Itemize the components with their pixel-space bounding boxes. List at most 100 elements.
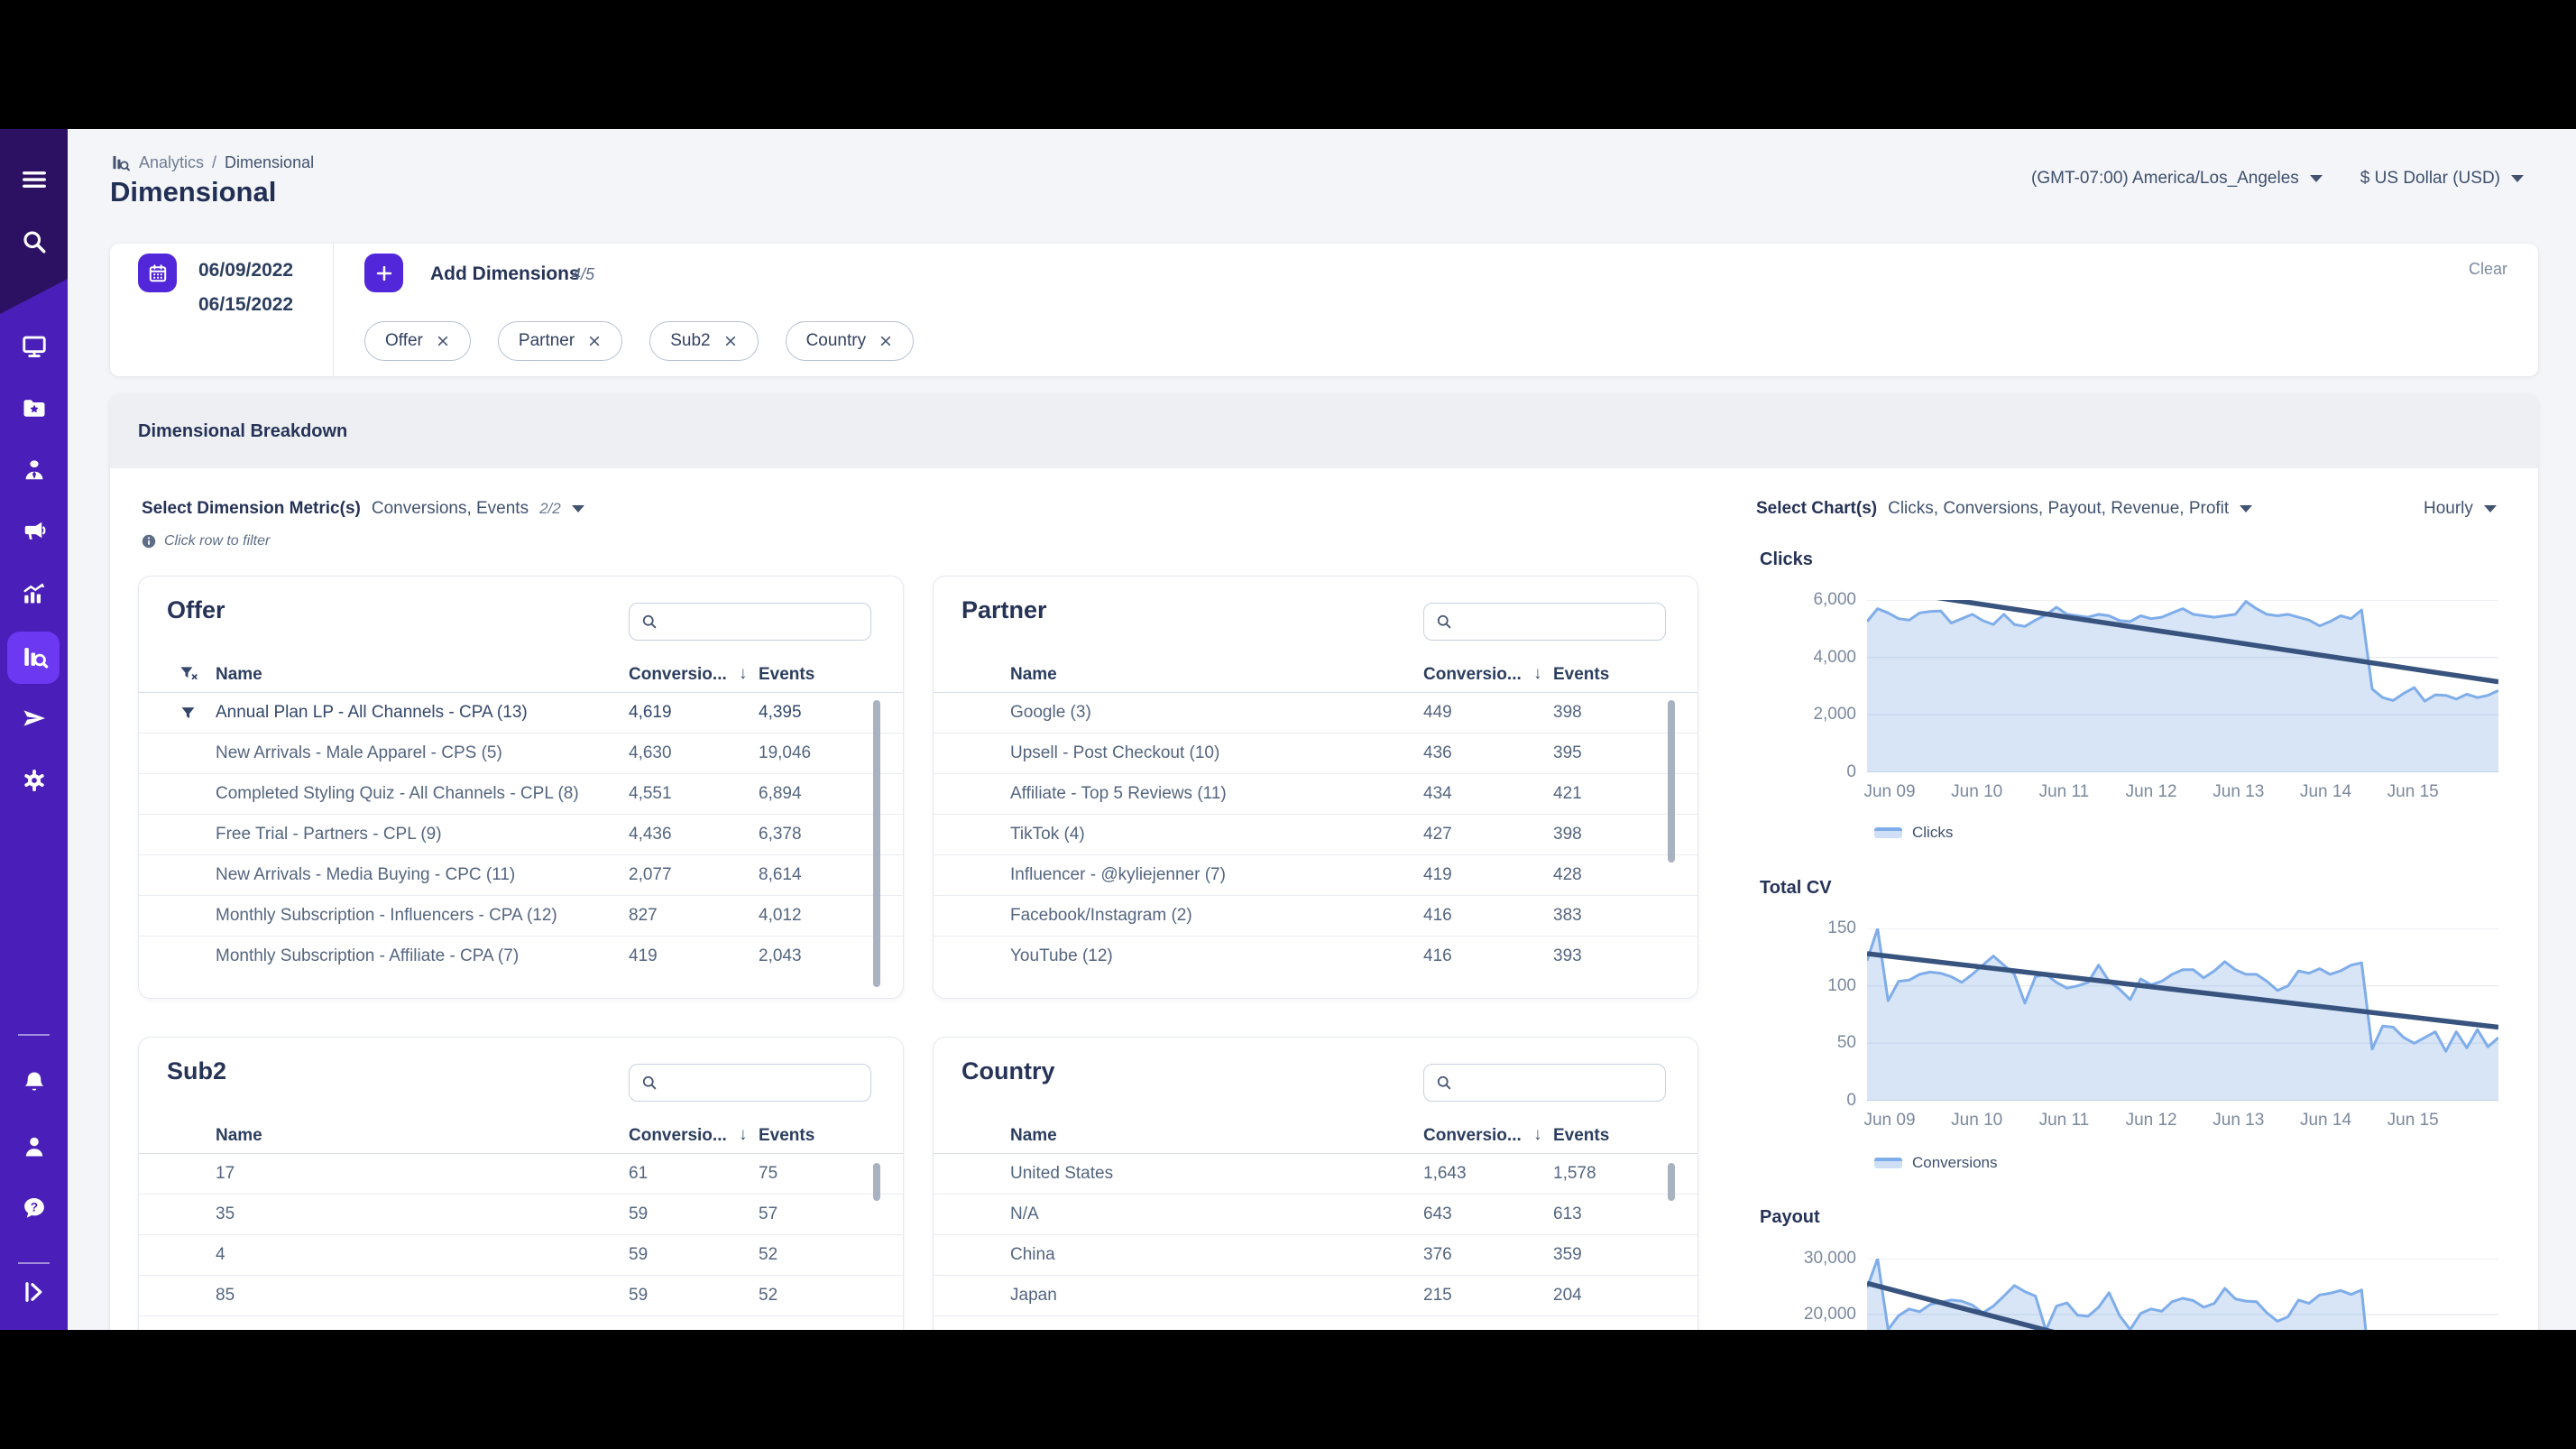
sort-desc-icon[interactable]: ↓ [1533, 664, 1542, 684]
partners-person-icon[interactable] [0, 457, 68, 484]
table-row[interactable]: Annual Plan LP - All Channels - CPA (13)… [139, 693, 903, 734]
table-row[interactable]: 855952 [139, 1276, 903, 1316]
search-input-wrapper [1423, 1064, 1666, 1102]
dimension-chip-sub2[interactable]: Sub2 [649, 321, 758, 361]
row-name: Facebook/Instagram (2) [1010, 906, 1192, 926]
table-row[interactable]: TikTok (4)427398 [934, 815, 1697, 855]
search-input[interactable] [1460, 606, 1657, 636]
row-events: 6,378 [759, 825, 802, 844]
column-header-events[interactable]: Events [759, 665, 814, 685]
column-header-conversions[interactable]: Conversio... [629, 1126, 727, 1146]
table-row[interactable]: YouTube (12)416393 [934, 937, 1697, 977]
sort-desc-icon[interactable]: ↓ [1533, 1125, 1542, 1145]
column-header-conversions[interactable]: Conversio... [629, 665, 727, 685]
table-scrollbar[interactable] [873, 1163, 880, 1201]
dimension-chip-country[interactable]: Country [786, 321, 915, 361]
table-row[interactable]: Monthly Subscription - Affiliate - CPA (… [139, 937, 903, 977]
table-row[interactable]: Facebook/Instagram (2)416383 [934, 896, 1697, 937]
performance-chart-icon[interactable] [0, 580, 68, 607]
date-range-section: 06/09/2022 06/15/2022 [110, 244, 334, 376]
dashboard-monitor-icon[interactable] [0, 333, 68, 360]
settings-gear-icon[interactable] [0, 767, 68, 794]
table-row[interactable]: Completed Styling Quiz - All Channels - … [139, 774, 903, 815]
table-row[interactable]: New Arrivals - Male Apparel - CPS (5)4,6… [139, 734, 903, 774]
date-range-end[interactable]: 06/15/2022 [198, 294, 293, 316]
table-row[interactable]: 45952 [139, 1235, 903, 1276]
row-events: 75 [759, 1164, 777, 1184]
row-events: 395 [1553, 743, 1582, 763]
expand-sidebar-icon[interactable] [0, 1278, 68, 1306]
analytics-bars-magnifier-icon [110, 152, 131, 173]
clear-button[interactable]: Clear [2469, 260, 2507, 279]
table-row[interactable]: Influencer - @kyliejenner (7)419428 [934, 855, 1697, 896]
chevron-down-icon [572, 505, 584, 512]
announcements-megaphone-icon[interactable] [0, 517, 68, 544]
chart-select[interactable]: Select Chart(s) Clicks, Conversions, Pay… [1756, 499, 2252, 519]
metric-select-count: 2/2 [539, 500, 561, 518]
y-axis-label: 50 [1730, 1033, 1856, 1053]
breadcrumb-section[interactable]: Analytics [139, 153, 204, 172]
search-icon[interactable] [0, 228, 68, 255]
row-name: YouTube (12) [1010, 946, 1113, 966]
profile-person-icon[interactable] [0, 1133, 68, 1160]
table-row[interactable]: New Arrivals - Media Buying - CPC (11)2,… [139, 855, 903, 896]
table-scrollbar[interactable] [1668, 700, 1675, 863]
menu-icon[interactable] [0, 166, 68, 193]
table-row[interactable]: N/A643613 [934, 1195, 1697, 1235]
table-row[interactable]: 355957 [139, 1195, 903, 1235]
table-row[interactable]: Google (3)449398 [934, 693, 1697, 734]
analytics-icon[interactable] [0, 642, 68, 671]
table-row[interactable]: United States1,6431,578 [934, 1154, 1697, 1195]
date-range-start[interactable]: 06/09/2022 [198, 260, 293, 281]
table-row[interactable]: Affiliate - Top 5 Reviews (11)434421 [934, 774, 1697, 815]
table-row[interactable]: Upsell - Post Checkout (10)436395 [934, 734, 1697, 774]
search-input[interactable] [666, 606, 862, 636]
dimension-chip-partner[interactable]: Partner [498, 321, 622, 361]
column-header-conversions[interactable]: Conversio... [1423, 1126, 1522, 1146]
column-header-events[interactable]: Events [1553, 665, 1609, 685]
column-header-events[interactable]: Events [1553, 1126, 1609, 1146]
y-axis-label: 100 [1730, 976, 1856, 996]
table-scrollbar[interactable] [873, 700, 880, 987]
sort-desc-icon[interactable]: ↓ [739, 664, 748, 684]
column-header-conversions[interactable]: Conversio... [1423, 665, 1522, 685]
search-input[interactable] [666, 1067, 862, 1097]
table-row[interactable]: 176175 [139, 1154, 903, 1195]
column-header-events[interactable]: Events [759, 1126, 814, 1146]
offers-folder-star-icon[interactable] [0, 394, 68, 421]
help-icon[interactable]: ? [0, 1195, 68, 1222]
x-axis-label: Jun 12 [2108, 782, 2194, 802]
row-events: 613 [1553, 1204, 1582, 1224]
interval-select[interactable]: Hourly [2424, 499, 2497, 519]
row-name: Affiliate - Top 5 Reviews (11) [1010, 784, 1227, 804]
dimension-chip-offer[interactable]: Offer [364, 321, 471, 361]
row-name: Annual Plan LP - All Channels - CPA (13) [216, 703, 528, 723]
table-header: NameConversio...↓Events [139, 661, 903, 692]
currency-select[interactable]: $ US Dollar (USD) [2360, 169, 2524, 189]
row-conversions: 827 [629, 906, 658, 926]
table-scrollbar[interactable] [1668, 1163, 1675, 1201]
table-row[interactable]: Free Trial - Partners - CPL (9)4,4366,37… [139, 815, 903, 855]
filter-remove-icon[interactable] [179, 664, 198, 688]
search-input[interactable] [1460, 1067, 1657, 1097]
send-icon[interactable] [0, 705, 68, 732]
remove-chip-icon[interactable] [723, 334, 738, 348]
dimension-card-title: Partner [961, 596, 1047, 624]
timezone-select[interactable]: (GMT-07:00) America/Los_Angeles [2031, 169, 2323, 189]
row-name: Monthly Subscription - Affiliate - CPA (… [216, 946, 519, 966]
add-dimension-button[interactable] [364, 254, 403, 292]
dimension-metric-select[interactable]: Select Dimension Metric(s) Conversions, … [142, 499, 584, 519]
row-conversions: 419 [629, 946, 658, 966]
table-row[interactable]: Japan215204 [934, 1276, 1697, 1316]
calendar-button[interactable] [138, 254, 177, 292]
table-row[interactable]: China376359 [934, 1235, 1697, 1276]
remove-chip-icon[interactable] [879, 334, 893, 348]
remove-chip-icon[interactable] [436, 334, 450, 348]
table-header: NameConversio...↓Events [934, 661, 1697, 692]
column-header-name: Name [1010, 1126, 1057, 1146]
row-events: 204 [1553, 1286, 1582, 1306]
notifications-bell-icon[interactable] [0, 1069, 68, 1096]
table-row[interactable]: Monthly Subscription - Influencers - CPA… [139, 896, 903, 937]
remove-chip-icon[interactable] [587, 334, 602, 348]
sort-desc-icon[interactable]: ↓ [739, 1125, 748, 1145]
